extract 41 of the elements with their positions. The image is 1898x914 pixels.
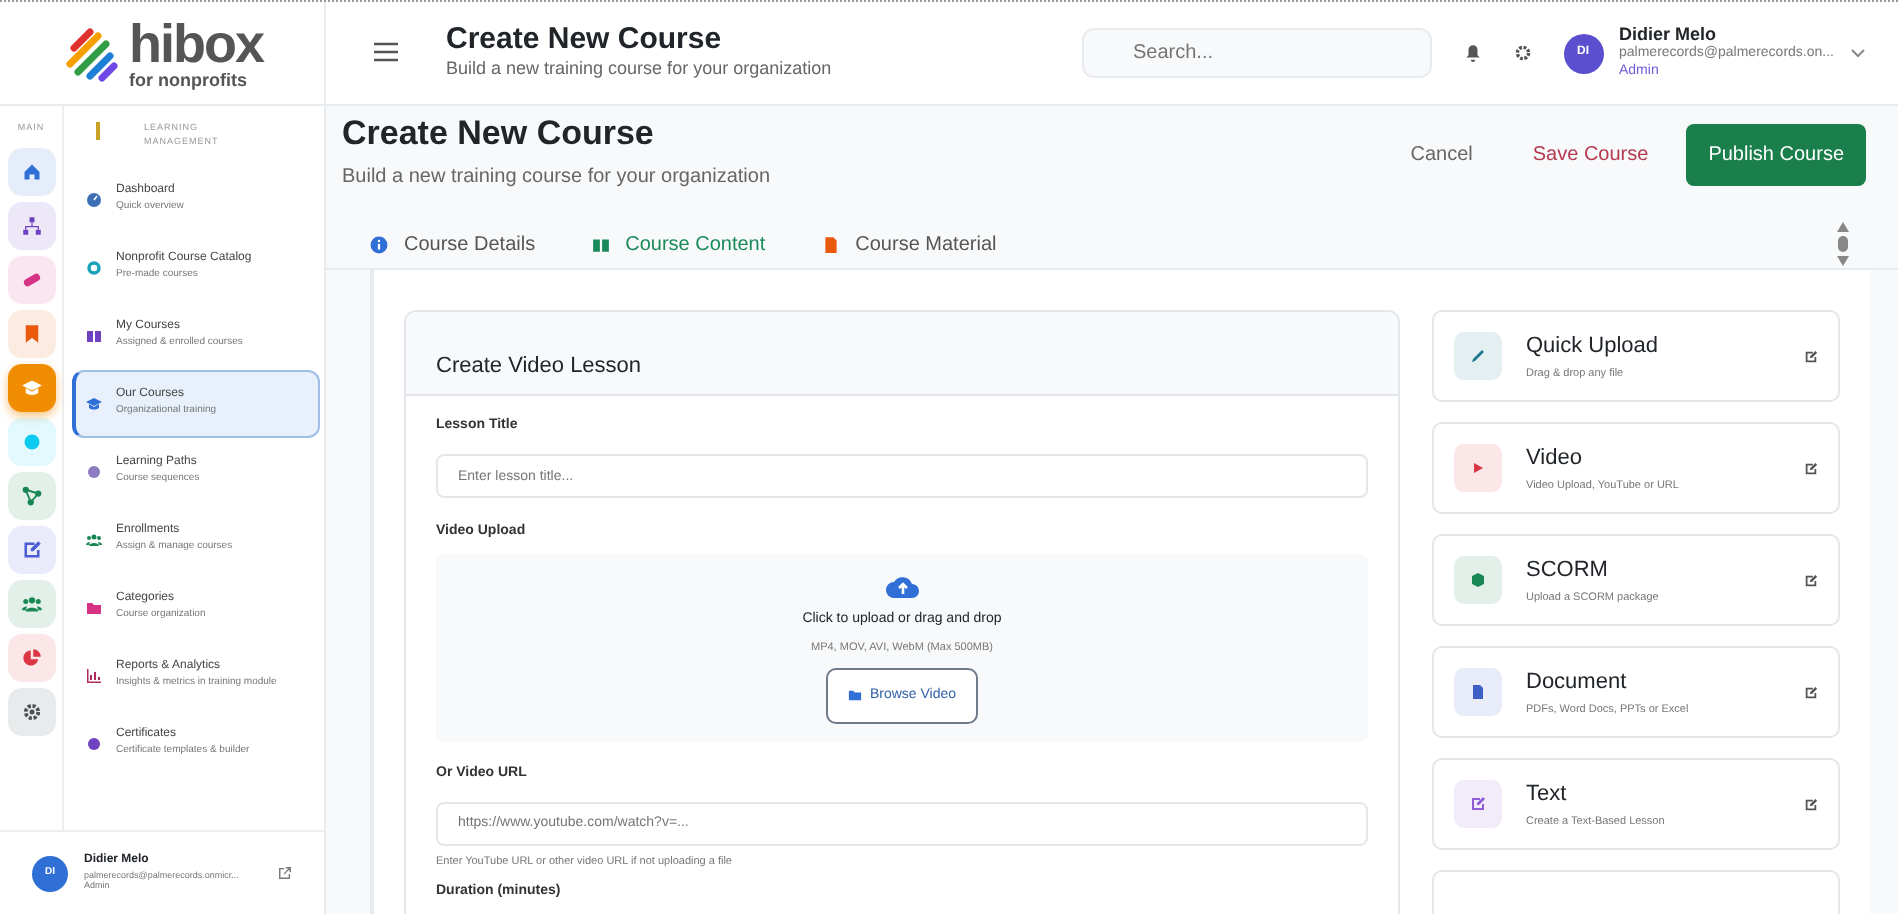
edit-icon[interactable] bbox=[1804, 797, 1818, 812]
rail-button[interactable] bbox=[7, 471, 55, 520]
tab[interactable]: Course Material bbox=[793, 221, 1025, 268]
user-name: Didier Melo bbox=[1619, 24, 1719, 45]
search-field[interactable]: Search... bbox=[1081, 28, 1431, 78]
header-subtitle: Build a new training course for your organization bbox=[446, 56, 834, 82]
page-title: Create New Course bbox=[342, 114, 656, 155]
rail-button[interactable] bbox=[7, 309, 55, 358]
rail-button[interactable] bbox=[7, 633, 55, 682]
rail-button[interactable] bbox=[7, 201, 55, 250]
rail-button[interactable] bbox=[7, 579, 55, 628]
tab[interactable]: Course Details bbox=[342, 221, 564, 268]
external-link-icon[interactable] bbox=[278, 866, 292, 880]
settings-icon[interactable] bbox=[1513, 44, 1531, 62]
edit-icon[interactable] bbox=[1804, 685, 1818, 700]
tab[interactable]: Course Content bbox=[563, 221, 794, 268]
info-icon bbox=[370, 235, 388, 254]
rail-button[interactable] bbox=[7, 147, 55, 196]
action-button[interactable]: Cancel bbox=[1388, 124, 1495, 186]
logo-tagline: for nonprofits bbox=[129, 71, 249, 89]
cloud-upload-icon bbox=[885, 573, 919, 598]
rail-button[interactable] bbox=[7, 525, 55, 574]
bell-icon[interactable] bbox=[1463, 44, 1481, 62]
book-icon bbox=[591, 235, 610, 254]
page-subtitle: Build a new training course for your organization bbox=[342, 164, 773, 193]
edit-icon[interactable] bbox=[1804, 573, 1818, 588]
edit-icon[interactable] bbox=[1804, 349, 1818, 364]
logo-mark-icon bbox=[61, 23, 121, 83]
graduation-cap-icon bbox=[21, 377, 41, 398]
edit-icon[interactable] bbox=[1804, 461, 1818, 476]
rail-button[interactable] bbox=[7, 255, 55, 304]
folder-icon bbox=[847, 688, 862, 703]
action-button[interactable]: Publish Course bbox=[1686, 124, 1866, 186]
chevron-down-icon[interactable] bbox=[1850, 47, 1866, 59]
file-icon bbox=[821, 235, 840, 254]
card-title: Create Video Lesson bbox=[436, 354, 642, 379]
rail-button[interactable] bbox=[7, 687, 55, 736]
header-title: Create New Course bbox=[446, 23, 724, 56]
scrollbar bbox=[1836, 220, 1850, 269]
logo-wordmark: hibox bbox=[129, 17, 263, 71]
action-button[interactable]: Save Course bbox=[1510, 124, 1671, 186]
